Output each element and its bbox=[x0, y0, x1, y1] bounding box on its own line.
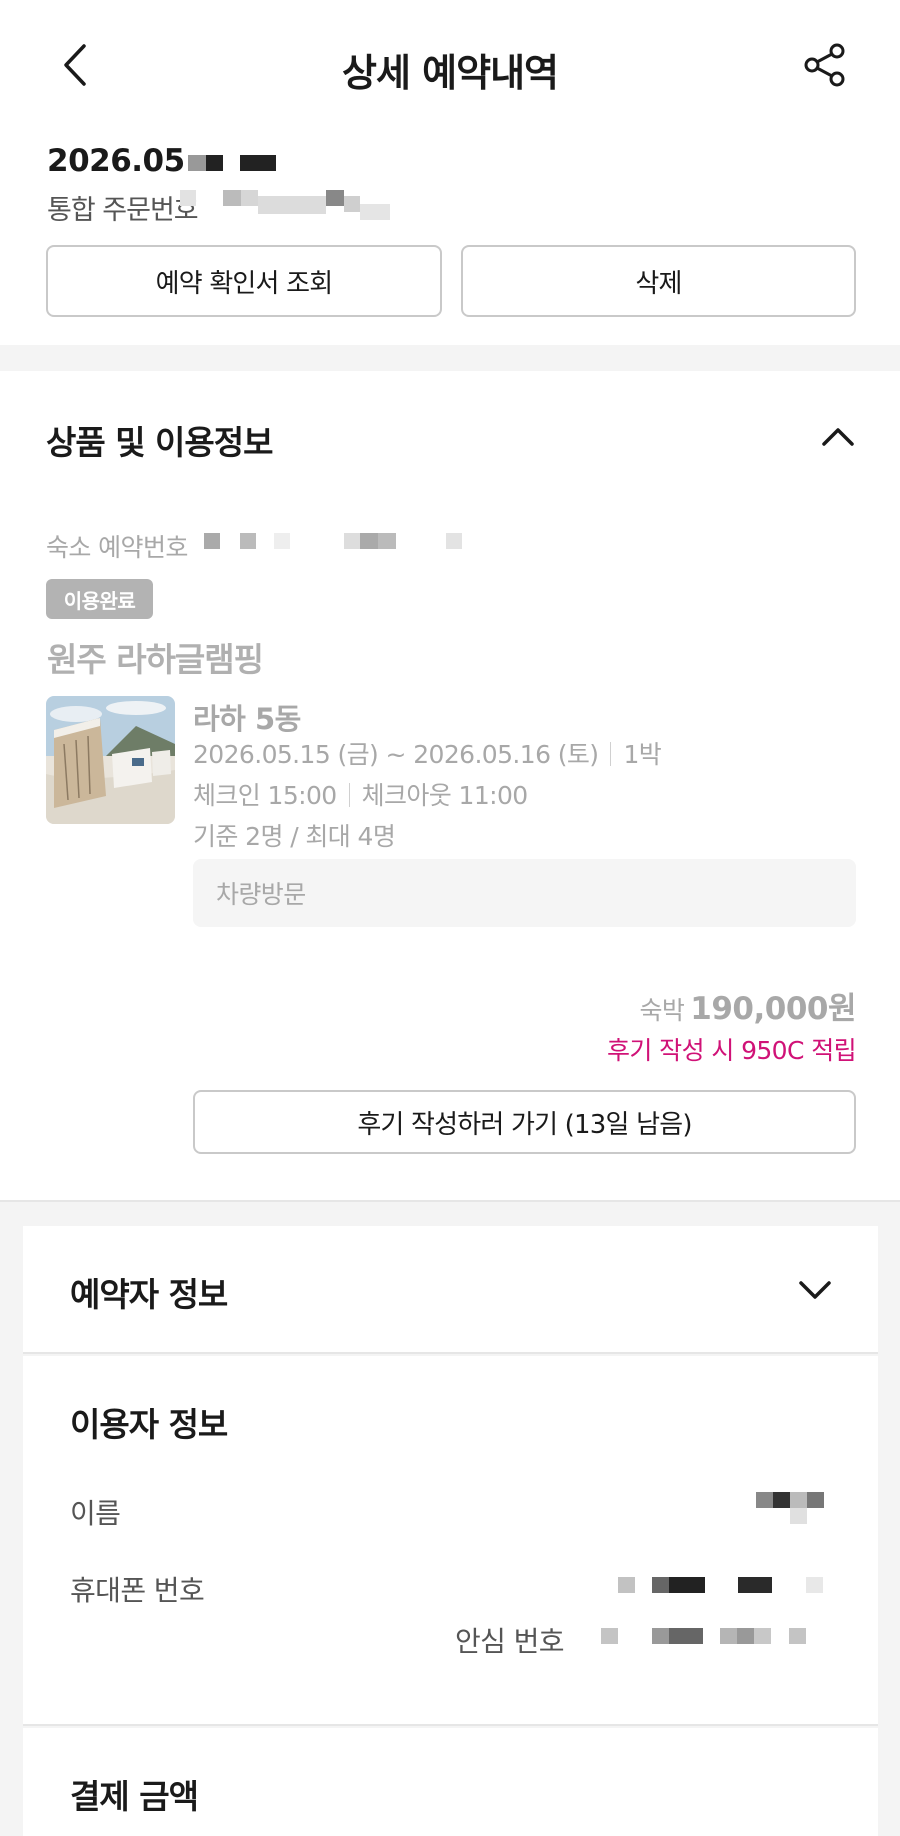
reservation-number-label: 숙소 예약번호 bbox=[46, 533, 188, 562]
order-date: 2026.05 bbox=[47, 143, 185, 179]
room-name: 라하 5동 bbox=[193, 702, 301, 736]
collapse-toggle[interactable] bbox=[818, 417, 858, 457]
payment-card: 결제 금액 bbox=[23, 1728, 878, 1836]
masked-reservation-number bbox=[204, 532, 474, 552]
masked-safe-number bbox=[601, 1628, 841, 1648]
price-amount: 190,000원 bbox=[690, 991, 856, 1027]
glamping-image bbox=[46, 696, 175, 824]
stay-date-range: 2026.05.15 (금) ~ 2026.05.16 (토) bbox=[193, 740, 599, 769]
section-divider bbox=[0, 345, 900, 371]
divider bbox=[610, 742, 612, 766]
review-reward-text: 후기 작성 시 950C 적립 bbox=[607, 1036, 857, 1065]
booker-info-title: 예약자 정보 bbox=[70, 1275, 228, 1314]
status-badge: 이용완료 bbox=[46, 579, 153, 619]
name-label: 이름 bbox=[70, 1497, 121, 1530]
phone-label: 휴대폰 번호 bbox=[70, 1574, 205, 1607]
user-info-card: 이용자 정보 이름 휴대폰 번호 안심 번호 bbox=[23, 1356, 878, 1726]
masked-order-number bbox=[180, 186, 420, 224]
product-section-title: 상품 및 이용정보 bbox=[46, 423, 273, 462]
chevron-down-icon bbox=[799, 1281, 831, 1299]
booker-info-card[interactable]: 예약자 정보 bbox=[23, 1226, 878, 1354]
expand-toggle[interactable] bbox=[795, 1270, 835, 1310]
share-icon bbox=[804, 43, 845, 87]
price-label: 숙박 bbox=[639, 996, 685, 1025]
stay-dates: 2026.05.15 (금) ~ 2026.05.16 (토) 1박 bbox=[193, 735, 662, 771]
write-review-button[interactable]: 후기 작성하러 가기 (13일 남음) bbox=[193, 1090, 856, 1154]
view-confirmation-button[interactable]: 예약 확인서 조회 bbox=[46, 245, 442, 317]
user-info-title: 이용자 정보 bbox=[70, 1405, 228, 1444]
payment-title: 결제 금액 bbox=[70, 1777, 199, 1816]
safe-number-label: 안심 번호 bbox=[455, 1625, 565, 1658]
page-title: 상세 예약내역 bbox=[342, 51, 559, 95]
occupancy: 기준 2명 / 최대 4명 bbox=[193, 822, 396, 851]
vehicle-visit-box: 차량방문 bbox=[193, 859, 856, 927]
app-header: 상세 예약내역 bbox=[0, 0, 900, 135]
order-number-label: 통합 주문번호 bbox=[47, 195, 199, 226]
masked-name bbox=[756, 1492, 826, 1528]
masked-phone-number bbox=[618, 1577, 848, 1597]
nights-count: 1박 bbox=[623, 740, 662, 769]
check-times: 체크인 15:00 체크아웃 11:00 bbox=[193, 776, 528, 812]
stay-price-row: 숙박 190,000원 bbox=[639, 983, 856, 1028]
divider bbox=[348, 783, 350, 807]
share-button[interactable] bbox=[800, 40, 850, 90]
masked-order-date bbox=[188, 152, 278, 172]
chevron-up-icon bbox=[822, 428, 854, 446]
room-thumbnail[interactable] bbox=[46, 696, 175, 824]
checkin-time: 체크인 15:00 bbox=[193, 781, 337, 810]
delete-button[interactable]: 삭제 bbox=[461, 245, 856, 317]
hotel-name[interactable]: 원주 라하글램핑 bbox=[47, 633, 264, 681]
checkout-time: 체크아웃 11:00 bbox=[361, 781, 529, 810]
